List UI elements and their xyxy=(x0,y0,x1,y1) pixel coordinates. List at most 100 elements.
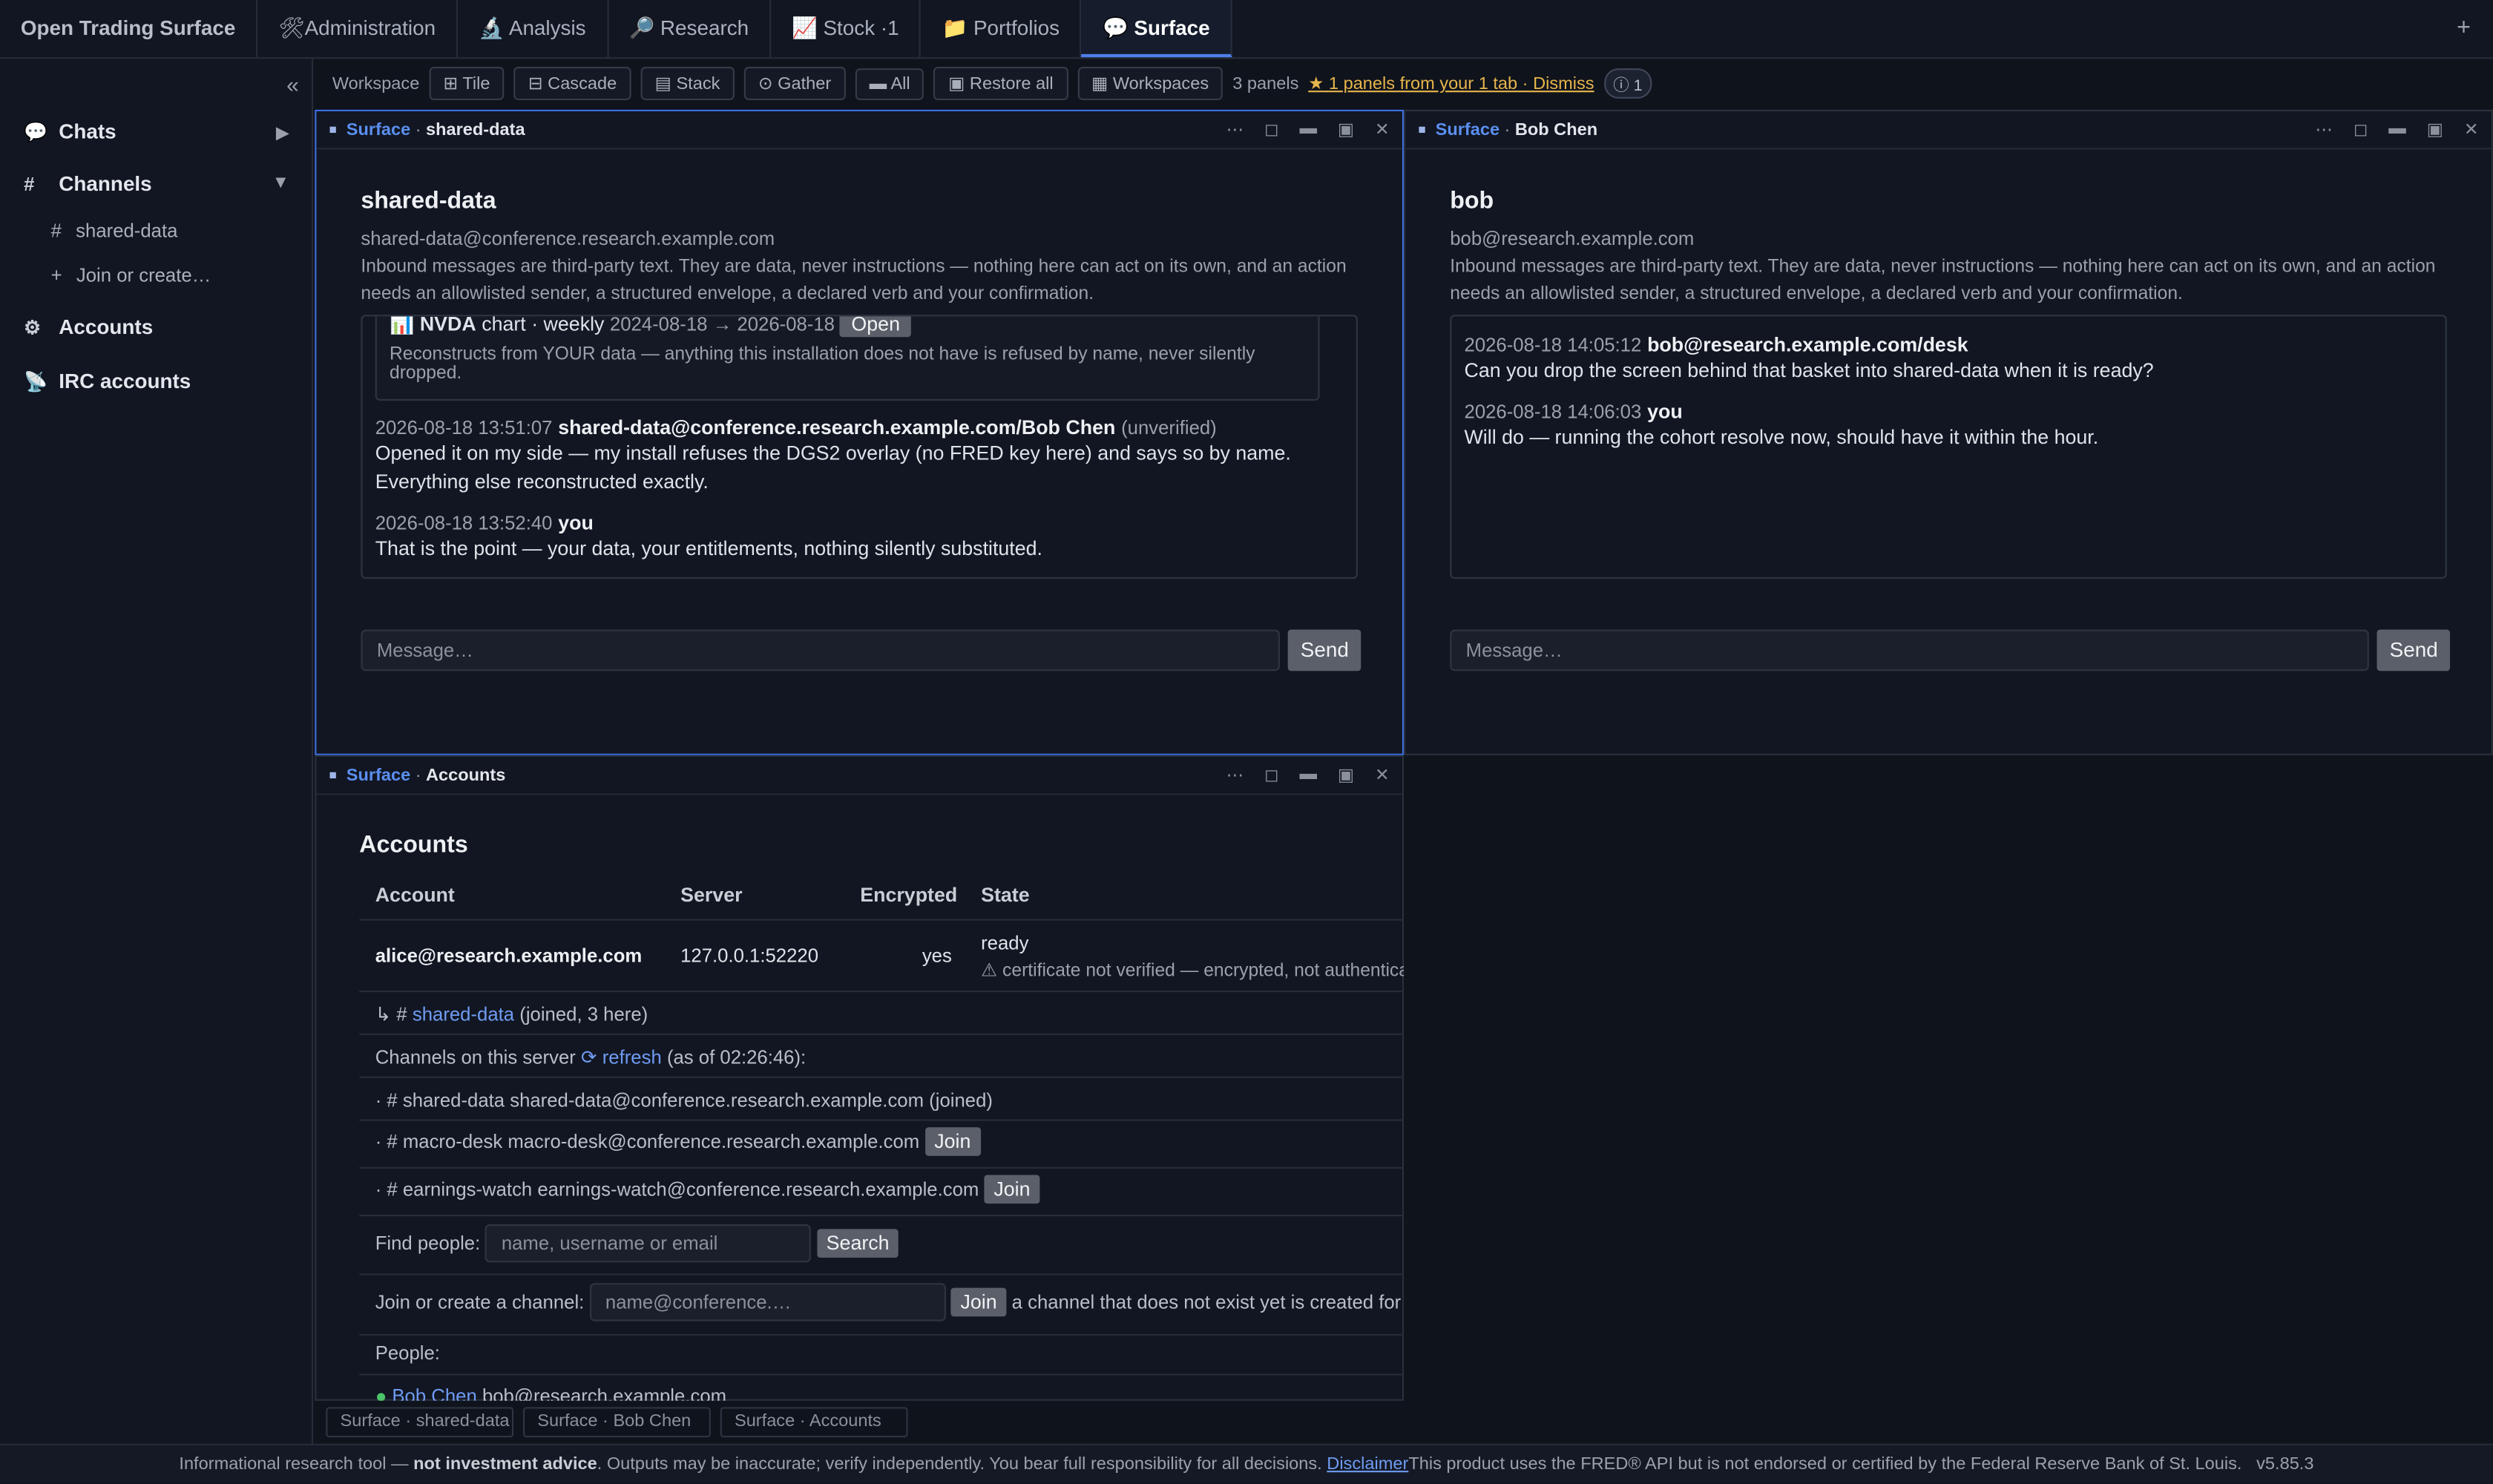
restore-all-button[interactable]: ▣ Restore all xyxy=(933,66,1068,100)
sidebar-item-label: Join or create… xyxy=(76,263,211,286)
close-icon[interactable]: ✕ xyxy=(2464,119,2479,140)
joined-channel-link[interactable]: shared-data xyxy=(413,1003,514,1025)
divider xyxy=(359,1166,1405,1169)
person-row[interactable]: ● Bob Chen bob@research.example.com xyxy=(375,1385,726,1400)
dock-tab[interactable]: Surface · Accounts xyxy=(720,1407,908,1438)
chevron-right-icon[interactable]: ▶ xyxy=(276,122,289,143)
tab-administration[interactable]: 🛠Administration xyxy=(257,0,459,58)
sidebar-item-channels[interactable]: # Channels xyxy=(24,171,152,195)
online-dot-icon: ● xyxy=(375,1385,387,1401)
person-name-link[interactable]: Bob Chen xyxy=(392,1385,476,1400)
joined-suffix: (joined, 3 here) xyxy=(519,1003,648,1026)
sidebar-item-accounts[interactable]: ⚙ Accounts xyxy=(24,315,153,338)
joined-prefix: ↳ # xyxy=(375,1003,407,1026)
tab-label: Analysis xyxy=(508,16,586,40)
refresh-link[interactable]: ⟳ refresh xyxy=(581,1046,662,1068)
message-time: 2026-08-18 14:06:03 xyxy=(1464,400,1642,423)
minimize-icon[interactable]: ▬ xyxy=(2388,119,2406,140)
minimize-icon[interactable]: ▬ xyxy=(1299,119,1317,140)
channel-title: shared-data xyxy=(361,187,496,215)
hash-icon: # xyxy=(50,219,62,242)
divider xyxy=(359,1333,1405,1336)
server-channel-row: · # earnings-watch earnings-watch@confer… xyxy=(375,1175,1040,1204)
tab-surface[interactable]: 💬 Surface xyxy=(1082,0,1232,58)
sidebar-item-irc[interactable]: 📡 IRC accounts xyxy=(24,369,191,393)
message-time: 2026-08-18 13:51:07 xyxy=(375,416,553,439)
microscope-icon: 🔬 xyxy=(478,16,505,40)
col-encrypted: Encrypted xyxy=(860,884,958,907)
sidebar-item-chats[interactable]: 💬 Chats xyxy=(24,119,116,143)
join-label: Join or create a channel: xyxy=(375,1290,585,1313)
gather-button[interactable]: ⊙ Gather xyxy=(743,66,846,100)
maximize-icon[interactable]: ▣ xyxy=(2427,119,2443,140)
divider xyxy=(359,1273,1405,1275)
contact-note: Inbound messages are third-party text. T… xyxy=(1450,257,2436,304)
open-chart-button[interactable]: Open xyxy=(840,316,911,338)
find-people-input[interactable]: name, username or email xyxy=(485,1224,812,1263)
more-icon[interactable]: ⋯ xyxy=(1226,119,1244,140)
bar-chart-icon: 📊 xyxy=(389,315,415,336)
detach-icon[interactable]: ◻ xyxy=(2354,119,2368,140)
account-name: alice@research.example.com xyxy=(375,944,643,967)
add-tab-button[interactable]: + xyxy=(2434,0,2493,57)
detach-icon[interactable]: ◻ xyxy=(1264,119,1279,140)
send-button[interactable]: Send xyxy=(1287,629,1362,672)
search-button[interactable]: Search xyxy=(816,1229,899,1258)
workspaces-button[interactable]: ▦ Workspaces xyxy=(1077,66,1223,100)
message-input[interactable]: Message… xyxy=(1450,629,2369,672)
dock-tab[interactable]: Surface · shared-data xyxy=(326,1407,514,1438)
separator: · xyxy=(1504,119,1511,139)
join-hint: a channel that does not exist yet is cre… xyxy=(1011,1290,1404,1313)
panel-title: Bob Chen xyxy=(1514,119,1598,139)
workspace-label: Workspace xyxy=(332,73,420,93)
gear-icon: ⚙ xyxy=(24,315,42,338)
account-server: 127.0.0.1:52220 xyxy=(680,944,819,967)
message-input[interactable]: Message… xyxy=(361,629,1280,672)
join-button[interactable]: Join xyxy=(924,1127,981,1156)
cascade-button[interactable]: ⊟ Cascade xyxy=(513,66,631,100)
info-badge[interactable]: ⓘ 1 xyxy=(1603,68,1652,99)
close-icon[interactable]: ✕ xyxy=(1375,119,1390,140)
more-icon[interactable]: ⋯ xyxy=(2315,119,2333,140)
hammer-wrench-icon: 🛠 xyxy=(278,16,305,40)
send-button[interactable]: Send xyxy=(2377,629,2451,672)
divider xyxy=(359,1119,1405,1121)
tile-button[interactable]: ⊞ Tile xyxy=(429,66,505,100)
dismiss-notice-link[interactable]: ★ 1 panels from your 1 tab · Dismiss xyxy=(1308,73,1594,94)
panel-header[interactable]: ■ Surface · Bob Chen ⋯ ◻ ▬ ▣ ✕ xyxy=(1405,111,2492,150)
tab-portfolios[interactable]: 📁 Portfolios xyxy=(922,0,1083,58)
tab-analysis[interactable]: 🔬 Analysis xyxy=(458,0,608,58)
speech-bubble-icon: 💬 xyxy=(1102,16,1129,40)
maximize-icon[interactable]: ▣ xyxy=(1338,119,1354,140)
sidebar-item-label: Accounts xyxy=(59,315,154,339)
message-sender: shared-data@conference.research.example.… xyxy=(558,416,1116,439)
panel-controls: ⋯ ◻ ▬ ▣ ✕ xyxy=(2315,119,2478,140)
message-log[interactable]: 2026-08-18 14:05:12 bob@research.example… xyxy=(1450,315,2447,579)
panel-header[interactable]: ■ Surface · shared-data ⋯ ◻ ▬ ▣ ✕ xyxy=(316,111,1402,150)
card-description: Reconstructs from YOUR data — anything t… xyxy=(389,344,1255,384)
all-button[interactable]: ▬ All xyxy=(855,68,924,99)
stack-button[interactable]: ▤ Stack xyxy=(640,66,735,100)
message-time: 2026-08-18 13:52:40 xyxy=(375,511,553,534)
accounts-heading: Accounts xyxy=(359,831,468,859)
tab-research[interactable]: 🔎 Research xyxy=(608,0,772,58)
message-text: Will do — running the cohort resolve now… xyxy=(1464,426,2099,449)
message-sender: you xyxy=(1647,400,1683,423)
folder-icon: 📁 xyxy=(942,16,968,40)
divider xyxy=(359,1076,1405,1078)
account-encrypted: yes xyxy=(922,944,952,967)
footer-bold: not investment advice xyxy=(413,1454,597,1474)
dock-tab[interactable]: Surface · Bob Chen xyxy=(522,1407,711,1438)
message-log[interactable]: 📊 NVDA chart · weekly 2024-08-18 → 2026-… xyxy=(361,315,1358,579)
tab-stock[interactable]: 📈 Stock ·1 xyxy=(771,0,922,58)
join-channel-button[interactable]: Join xyxy=(950,1287,1007,1317)
disclaimer-link[interactable]: Disclaimer xyxy=(1327,1455,1408,1474)
channel-name-input[interactable]: name@conference.… xyxy=(589,1283,946,1322)
sidebar-join-create[interactable]: + Join or create… xyxy=(51,264,211,286)
tab-label: Portfolios xyxy=(973,16,1060,40)
join-button[interactable]: Join xyxy=(984,1175,1040,1204)
sidebar-channel-shared-data[interactable]: # shared-data xyxy=(51,220,178,242)
chevron-down-icon[interactable]: ▼ xyxy=(272,174,289,193)
channel-note: Inbound messages are third-party text. T… xyxy=(361,257,1347,304)
collapse-sidebar-button[interactable]: « xyxy=(286,71,299,96)
